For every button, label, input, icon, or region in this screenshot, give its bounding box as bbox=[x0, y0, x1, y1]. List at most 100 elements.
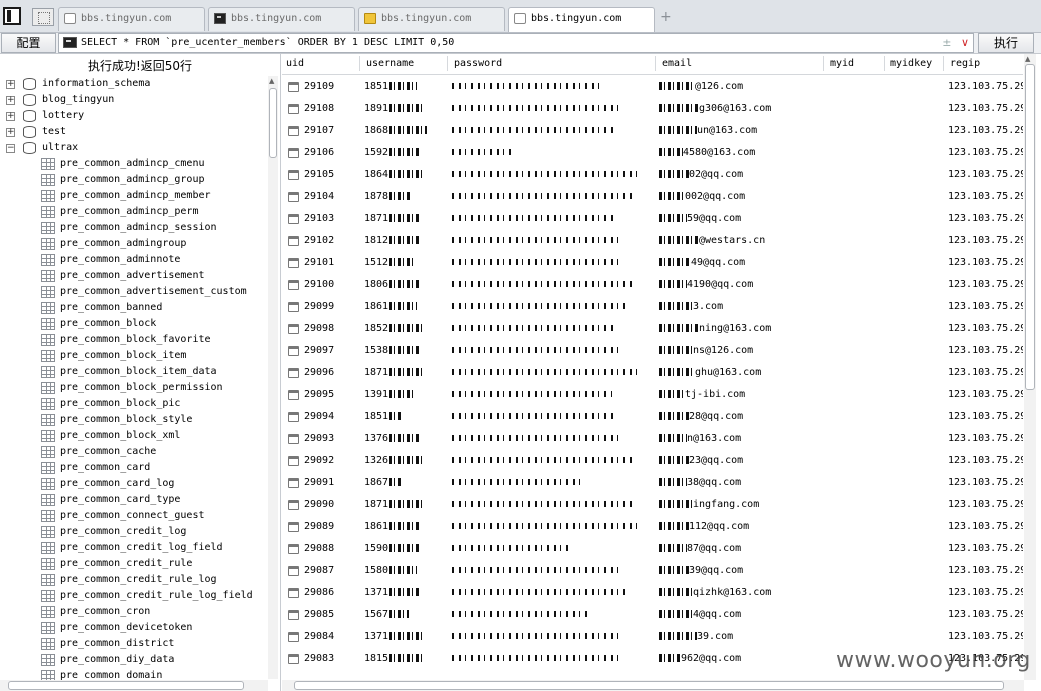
cell-uid[interactable]: 29083 bbox=[304, 648, 334, 670]
cell-uid[interactable]: 29105 bbox=[304, 164, 334, 186]
cell-regip[interactable]: 123.103.75.29 bbox=[948, 362, 1023, 384]
row-icon[interactable] bbox=[288, 258, 299, 268]
cell-username[interactable]: 1538 bbox=[364, 340, 420, 362]
row-icon[interactable] bbox=[288, 170, 299, 180]
scroll-up-icon[interactable]: ▲ bbox=[269, 77, 274, 85]
cell-password[interactable] bbox=[452, 428, 622, 450]
row-icon[interactable] bbox=[288, 478, 299, 488]
table-row[interactable]: 29100 1806 4190@qq.com 123.103.75.29 bbox=[282, 274, 1023, 296]
cell-password[interactable] bbox=[452, 76, 602, 98]
column-header-password[interactable]: password bbox=[454, 58, 502, 69]
table-row[interactable]: 29084 1371 39.com 123.103.75.29 bbox=[282, 626, 1023, 648]
column-header-email[interactable]: email bbox=[662, 58, 692, 69]
tree-item-table[interactable]: pre_common_block bbox=[0, 316, 268, 332]
app-menu-icon[interactable] bbox=[3, 7, 21, 25]
table-row[interactable]: 29094 1851 28@qq.com 123.103.75.29 bbox=[282, 406, 1023, 428]
cell-email[interactable]: ning@163.com bbox=[658, 318, 771, 340]
cell-password[interactable] bbox=[452, 318, 617, 340]
cell-password[interactable] bbox=[452, 626, 622, 648]
cell-password[interactable] bbox=[452, 560, 622, 582]
cell-password[interactable] bbox=[452, 98, 622, 120]
column-header-username[interactable]: username bbox=[366, 58, 414, 69]
cell-regip[interactable]: 123.103.75.29 bbox=[948, 252, 1023, 274]
cell-regip[interactable]: 123.103.75.29 bbox=[948, 538, 1023, 560]
row-icon[interactable] bbox=[288, 434, 299, 444]
cell-password[interactable] bbox=[452, 340, 622, 362]
cell-email[interactable]: ns@126.com bbox=[658, 340, 753, 362]
tree-item-table[interactable]: pre_common_diy_data bbox=[0, 652, 268, 668]
row-icon[interactable] bbox=[288, 588, 299, 598]
row-icon[interactable] bbox=[288, 522, 299, 532]
row-icon[interactable] bbox=[288, 456, 299, 466]
cell-email[interactable]: 4@qq.com bbox=[658, 604, 741, 626]
tab-3[interactable]: bbs.tingyun.com bbox=[358, 7, 505, 31]
expand-icon[interactable]: + bbox=[6, 96, 15, 105]
cell-username[interactable]: 1371 bbox=[364, 626, 426, 648]
tree-item-table[interactable]: pre_common_credit_rule bbox=[0, 556, 268, 572]
table-row[interactable]: 29103 1871 59@qq.com 123.103.75.29 bbox=[282, 208, 1023, 230]
scroll-up-icon[interactable]: ▲ bbox=[1025, 55, 1030, 63]
tab-1[interactable]: bbs.tingyun.com bbox=[58, 7, 205, 31]
cell-email[interactable]: un@163.com bbox=[658, 120, 757, 142]
row-icon[interactable] bbox=[288, 126, 299, 136]
sql-controls[interactable]: ± ∨ bbox=[942, 34, 969, 52]
cell-regip[interactable]: 123.103.75.29 bbox=[948, 340, 1023, 362]
cell-password[interactable] bbox=[452, 472, 582, 494]
cell-regip[interactable]: 123.103.75.29 bbox=[948, 428, 1023, 450]
cell-username[interactable]: 1868 bbox=[364, 120, 428, 142]
cell-uid[interactable]: 29102 bbox=[304, 230, 334, 252]
cell-password[interactable] bbox=[452, 384, 612, 406]
cell-email[interactable]: 49@qq.com bbox=[658, 252, 745, 274]
table-row[interactable]: 29092 1326 23@qq.com 123.103.75.29 bbox=[282, 450, 1023, 472]
table-row[interactable]: 29104 1878 002@qq.com 123.103.75.29 bbox=[282, 186, 1023, 208]
cell-username[interactable]: 1391 bbox=[364, 384, 414, 406]
cell-email[interactable]: ingfang.com bbox=[658, 494, 759, 516]
cell-email[interactable]: 39.com bbox=[658, 626, 733, 648]
cell-email[interactable]: 3.com bbox=[658, 296, 723, 318]
cell-username[interactable]: 1376 bbox=[364, 428, 422, 450]
cell-password[interactable] bbox=[452, 450, 632, 472]
tree-item-table[interactable]: pre_common_credit_log bbox=[0, 524, 268, 540]
table-row[interactable]: 29101 1512 49@qq.com 123.103.75.29 bbox=[282, 252, 1023, 274]
tree-item-database[interactable]: + blog_tingyun bbox=[0, 92, 268, 108]
tree-item-table[interactable]: pre_common_block_permission bbox=[0, 380, 268, 396]
cell-password[interactable] bbox=[452, 494, 632, 516]
cell-password[interactable] bbox=[452, 252, 622, 274]
tree-item-table[interactable]: pre_common_block_style bbox=[0, 412, 268, 428]
tree-item-table[interactable]: pre_common_cron bbox=[0, 604, 268, 620]
tree-item-table[interactable]: pre_common_admincp_perm bbox=[0, 204, 268, 220]
tree-item-table[interactable]: pre_common_admincp_session bbox=[0, 220, 268, 236]
table-row[interactable]: 29095 1391 tj-ibi.com 123.103.75.29 bbox=[282, 384, 1023, 406]
row-icon[interactable] bbox=[288, 390, 299, 400]
cell-uid[interactable]: 29084 bbox=[304, 626, 334, 648]
table-row[interactable]: 29099 1861 3.com 123.103.75.29 bbox=[282, 296, 1023, 318]
tree-item-table[interactable]: pre_common_credit_log_field bbox=[0, 540, 268, 556]
cell-email[interactable]: 02@qq.com bbox=[658, 164, 743, 186]
cell-password[interactable] bbox=[452, 362, 637, 384]
cell-username[interactable]: 1371 bbox=[364, 582, 420, 604]
cell-uid[interactable]: 29096 bbox=[304, 362, 334, 384]
tree-item-table[interactable]: pre_common_block_item_data bbox=[0, 364, 268, 380]
cell-uid[interactable]: 29088 bbox=[304, 538, 334, 560]
cell-password[interactable] bbox=[452, 186, 632, 208]
cell-uid[interactable]: 29089 bbox=[304, 516, 334, 538]
row-icon[interactable] bbox=[288, 214, 299, 224]
cell-email[interactable]: 4190@qq.com bbox=[658, 274, 753, 296]
cell-email[interactable]: 28@qq.com bbox=[658, 406, 743, 428]
tree-item-table[interactable]: pre_common_advertisement_custom bbox=[0, 284, 268, 300]
cell-username[interactable]: 1871 bbox=[364, 494, 426, 516]
table-row[interactable]: 29105 1864 02@qq.com 123.103.75.29 bbox=[282, 164, 1023, 186]
new-tab-icon[interactable] bbox=[32, 8, 54, 26]
cell-password[interactable] bbox=[452, 164, 642, 186]
tree-item-table[interactable]: pre_common_admincp_cmenu bbox=[0, 156, 268, 172]
cell-username[interactable]: 1580 bbox=[364, 560, 418, 582]
scroll-thumb[interactable] bbox=[8, 681, 244, 690]
cell-regip[interactable]: 123.103.75.29 bbox=[948, 208, 1023, 230]
plus-minus-icon[interactable]: ± bbox=[942, 36, 951, 49]
tree-item-table[interactable]: pre_common_credit_rule_log bbox=[0, 572, 268, 588]
tree-item-table[interactable]: pre_common_admingroup bbox=[0, 236, 268, 252]
cell-regip[interactable]: 123.103.75.29 bbox=[948, 494, 1023, 516]
cell-regip[interactable]: 123.103.75.29 bbox=[948, 626, 1023, 648]
cell-username[interactable]: 1512 bbox=[364, 252, 416, 274]
cell-uid[interactable]: 29087 bbox=[304, 560, 334, 582]
